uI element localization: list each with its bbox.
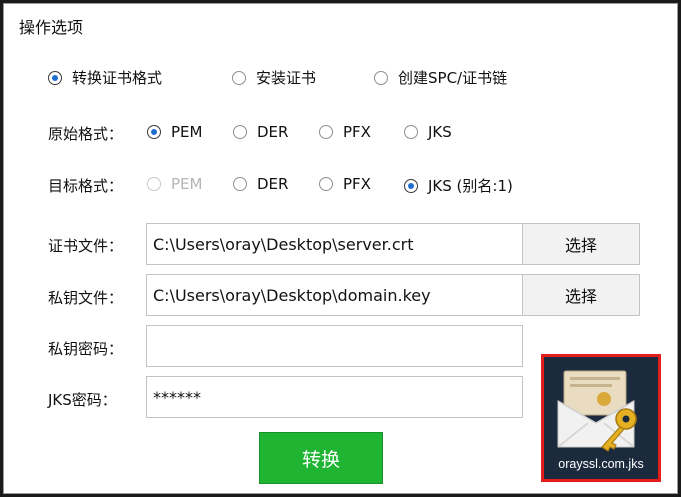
radio-indicator xyxy=(147,177,161,191)
radio-create-spc[interactable]: 创建SPC/证书链 xyxy=(374,67,507,88)
radio-label: PEM xyxy=(171,123,203,141)
jks-password-input[interactable]: ****** xyxy=(146,376,523,418)
cert-file-label: 证书文件： xyxy=(48,237,124,255)
jks-keystore-icon xyxy=(557,370,637,452)
radio-indicator xyxy=(233,125,247,139)
radio-target-pfx[interactable]: PFX xyxy=(319,175,371,193)
key-file-label: 私钥文件： xyxy=(48,289,124,307)
radio-target-pem: PEM xyxy=(147,175,202,193)
radio-indicator xyxy=(147,125,161,139)
radio-target-der[interactable]: DER xyxy=(233,175,288,193)
radio-convert-format[interactable]: 转换证书格式 xyxy=(48,67,162,88)
radio-label: PEM xyxy=(171,175,203,193)
radio-indicator xyxy=(374,70,388,85)
radio-indicator xyxy=(233,177,247,191)
radio-target-jks[interactable]: JKS (别名:1) xyxy=(404,175,513,196)
radio-source-pem[interactable]: PEM xyxy=(147,123,202,141)
radio-label: DER xyxy=(257,123,289,141)
radio-label: 转换证书格式 xyxy=(72,69,163,87)
convert-button[interactable]: 转换 xyxy=(259,432,383,484)
radio-label: JKS (别名:1) xyxy=(428,177,513,195)
jks-password-label: JKS密码： xyxy=(48,391,117,409)
radio-indicator xyxy=(319,125,333,139)
radio-indicator xyxy=(232,70,246,85)
radio-label: DER xyxy=(257,175,289,193)
radio-label: JKS xyxy=(428,123,452,141)
radio-install-cert[interactable]: 安装证书 xyxy=(232,67,316,88)
key-password-label: 私钥密码： xyxy=(48,340,124,358)
output-file-name: orayssl.com.jks xyxy=(558,457,644,471)
section-title: 操作选项 xyxy=(19,18,84,37)
target-format-label: 目标格式： xyxy=(48,177,124,195)
radio-source-pfx[interactable]: PFX xyxy=(319,123,371,141)
options-panel: 操作选项 转换证书格式 安装证书 创建SPC/证书链 原始格式： PEM DER… xyxy=(3,3,678,494)
radio-label: 安装证书 xyxy=(256,69,317,87)
radio-label: PFX xyxy=(343,175,371,193)
source-format-label: 原始格式： xyxy=(48,125,124,143)
radio-label: 创建SPC/证书链 xyxy=(398,69,508,87)
radio-source-der[interactable]: DER xyxy=(233,123,288,141)
radio-label: PFX xyxy=(343,123,371,141)
key-file-select-button[interactable]: 选择 xyxy=(522,274,640,316)
radio-indicator xyxy=(404,178,418,193)
output-jks-file[interactable]: orayssl.com.jks xyxy=(541,354,661,482)
cert-file-input[interactable]: C:\Users\oray\Desktop\server.crt xyxy=(146,223,523,265)
radio-indicator xyxy=(319,177,333,191)
radio-source-jks[interactable]: JKS xyxy=(404,123,452,141)
cert-file-select-button[interactable]: 选择 xyxy=(522,223,640,265)
key-file-input[interactable]: C:\Users\oray\Desktop\domain.key xyxy=(146,274,523,316)
key-password-input[interactable] xyxy=(146,325,523,367)
radio-indicator xyxy=(404,125,418,139)
radio-indicator xyxy=(48,70,62,85)
